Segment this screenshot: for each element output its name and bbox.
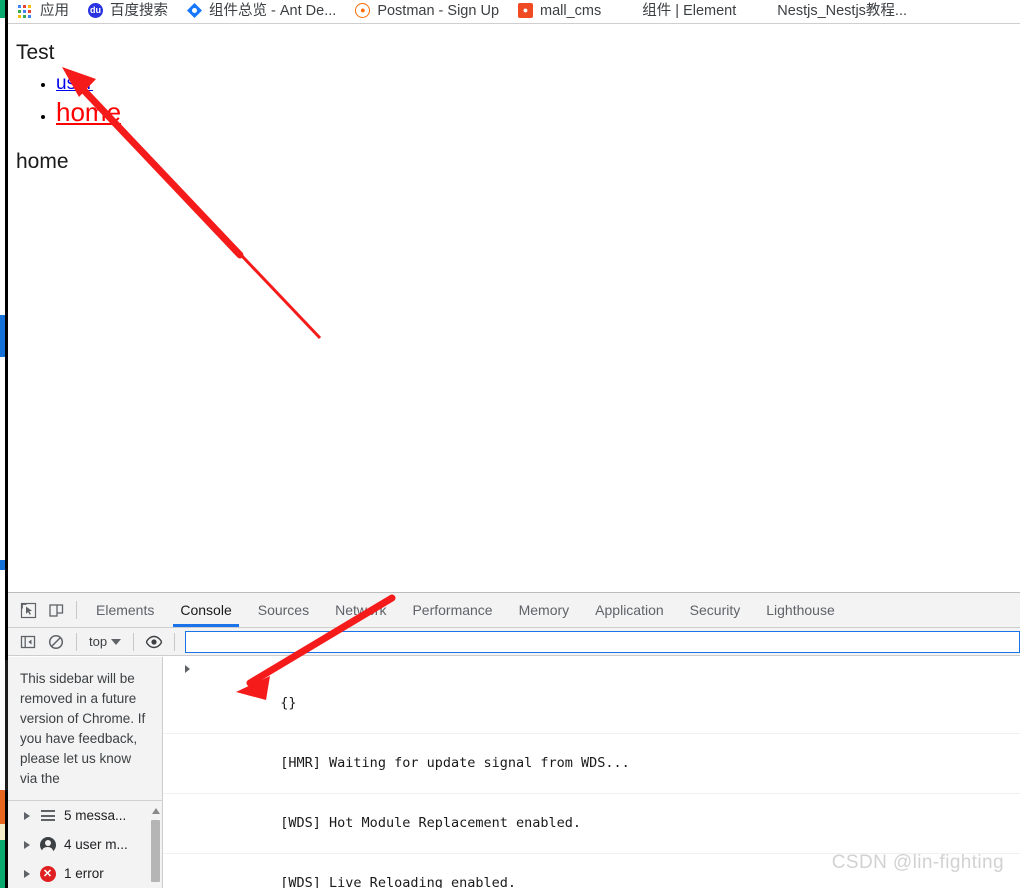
console-message-hmr: [HMR] Waiting for update signal from WDS… <box>163 734 1020 794</box>
bookmark-nestjs[interactable]: Nestjs_Nestjs教程... <box>755 3 907 19</box>
filterbar-divider-2 <box>133 632 135 651</box>
tab-elements[interactable]: Elements <box>83 593 167 627</box>
device-toolbar-icon[interactable] <box>42 597 70 623</box>
console-sidebar-toggle-icon[interactable] <box>14 629 42 655</box>
console-message-text: [HMR] Waiting for update signal from WDS… <box>280 755 630 771</box>
bookmark-ant-design[interactable]: 组件总览 - Ant De... <box>187 3 336 19</box>
postman-icon: ● <box>355 3 371 19</box>
console-filter-input[interactable] <box>185 630 1020 653</box>
filterbar-divider-1 <box>76 632 77 651</box>
sidebar-item-label: 1 error <box>64 866 104 881</box>
apps-grid-icon <box>18 3 34 19</box>
console-message-text: [WDS] Hot Module Replacement enabled. <box>280 815 582 831</box>
inspect-element-icon[interactable] <box>14 597 42 623</box>
tab-security[interactable]: Security <box>677 593 754 627</box>
tab-console[interactable]: Console <box>167 593 244 627</box>
bookmark-mall-cms[interactable]: ● mall_cms <box>518 3 601 19</box>
expand-triangle-icon[interactable] <box>24 869 30 878</box>
console-filter-bar: top <box>8 628 1020 656</box>
console-context-selector[interactable]: top <box>83 632 127 652</box>
expand-triangle-icon[interactable] <box>24 840 30 849</box>
mall-cms-icon: ● <box>518 3 534 19</box>
screenshot-root: 应用 du 百度搜索 组件总览 - Ant De... ● Postman - … <box>0 0 1020 888</box>
expand-triangle-icon[interactable] <box>185 665 190 673</box>
console-message-object[interactable]: {} <box>163 657 1020 734</box>
bookmark-label: 百度搜索 <box>110 2 168 19</box>
nestjs-icon <box>755 3 771 19</box>
sidebar-deprecation-note: This sidebar will be removed in a future… <box>20 671 146 786</box>
tab-lighthouse[interactable]: Lighthouse <box>753 593 848 627</box>
csdn-watermark: CSDN @lin-fighting <box>831 852 1004 873</box>
sidebar-item-label: 5 messa... <box>64 808 127 823</box>
bookmark-label: 组件总览 - Ant De... <box>209 2 337 19</box>
chevron-down-icon <box>111 638 122 645</box>
baidu-icon: du <box>88 3 104 19</box>
devtools-tabbar: Elements Console Sources Network Perform… <box>8 593 1020 628</box>
sidebar-item-label: 4 user m... <box>64 837 128 852</box>
messages-list-icon <box>39 807 56 824</box>
devtools-panel: Elements Console Sources Network Perform… <box>8 592 1020 888</box>
page-viewport: Test user home home <box>8 23 1020 592</box>
ant-design-icon <box>187 3 203 19</box>
bookmark-label: mall_cms <box>540 2 602 19</box>
user-messages-icon <box>39 836 56 855</box>
list-item: home <box>56 97 1020 128</box>
console-message-text: [WDS] Live Reloading enabled. <box>280 875 516 888</box>
tab-network[interactable]: Network <box>322 593 399 627</box>
tab-application[interactable]: Application <box>582 593 677 627</box>
bookmark-element-ui[interactable]: 组件 | Element <box>620 3 736 19</box>
sidebar-item-errors[interactable]: ✕ 1 error <box>8 859 162 888</box>
sidebar-item-user-messages[interactable]: 4 user m... <box>8 830 162 859</box>
console-context-label: top <box>89 634 108 649</box>
link-home[interactable]: home <box>56 97 121 127</box>
page-title: Test <box>16 41 55 64</box>
bookmark-label: Nestjs_Nestjs教程... <box>777 2 908 19</box>
toolbar-divider <box>76 601 77 619</box>
nav-link-list: user home <box>8 73 1020 128</box>
scroll-up-arrow-icon[interactable] <box>152 808 160 814</box>
bookmark-label: Postman - Sign Up <box>377 2 500 19</box>
bookmark-apps[interactable]: 应用 <box>18 3 69 19</box>
tab-sources[interactable]: Sources <box>245 593 322 627</box>
tab-performance[interactable]: Performance <box>399 593 505 627</box>
expand-triangle-icon[interactable] <box>24 811 30 820</box>
console-message-text: {} <box>280 695 297 711</box>
console-sidebar-tree: 5 messa... 4 user m... ✕ 1 error <box>8 800 162 888</box>
bookmark-label: 应用 <box>40 2 69 19</box>
element-ui-icon <box>620 3 636 19</box>
bookmark-label: 组件 | Element <box>642 2 737 19</box>
filterbar-divider-3 <box>174 632 176 651</box>
clear-console-icon[interactable] <box>42 629 70 655</box>
bookmarks-bar: 应用 du 百度搜索 组件总览 - Ant De... ● Postman - … <box>8 0 1020 22</box>
scrollbar-thumb[interactable] <box>151 820 160 882</box>
live-expression-icon[interactable] <box>140 629 168 655</box>
page-body-text: home <box>16 150 69 173</box>
bookmark-postman[interactable]: ● Postman - Sign Up <box>355 3 499 19</box>
console-message-wds-hmr: [WDS] Hot Module Replacement enabled. <box>163 794 1020 854</box>
link-user[interactable]: user <box>56 73 93 94</box>
sidebar-scrollbar[interactable] <box>151 808 160 884</box>
tab-memory[interactable]: Memory <box>506 593 583 627</box>
list-item: user <box>56 73 1020 95</box>
console-sidebar: This sidebar will be removed in a future… <box>8 657 163 888</box>
error-icon: ✕ <box>39 865 56 882</box>
bookmark-baidu[interactable]: du 百度搜索 <box>88 3 168 19</box>
sidebar-item-messages[interactable]: 5 messa... <box>8 801 162 830</box>
